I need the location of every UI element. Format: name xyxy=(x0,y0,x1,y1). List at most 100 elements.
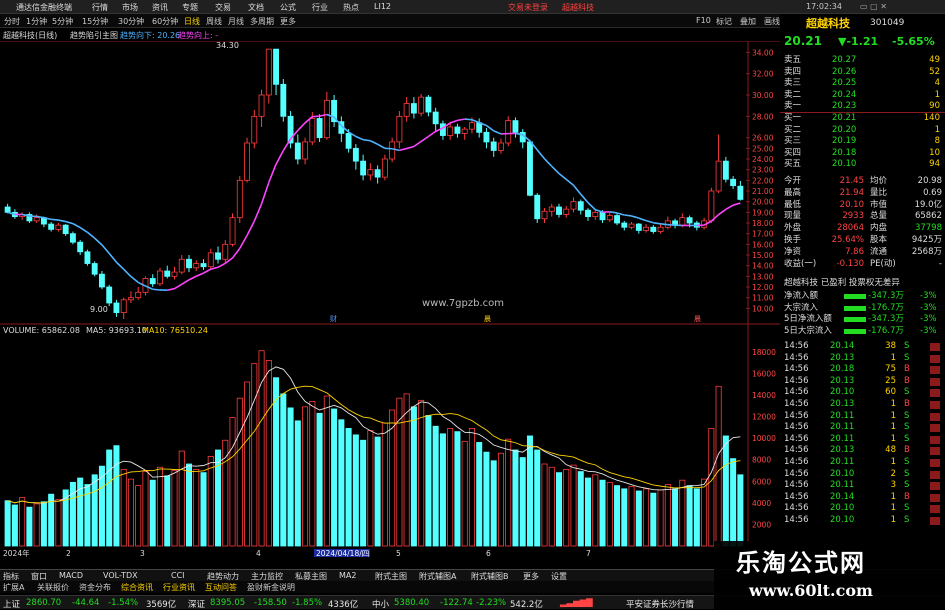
fund-pct: -3% xyxy=(920,314,937,325)
order-book-row[interactable]: 卖五20.2749 xyxy=(780,55,945,66)
tick-volume: 1 xyxy=(876,422,896,433)
order-book-row[interactable]: 卖二20.241 xyxy=(780,90,945,101)
sub-tab[interactable]: 行业资讯 xyxy=(163,582,195,593)
menu-item[interactable]: 行情 xyxy=(92,2,108,13)
order-volume: 1 xyxy=(910,90,940,101)
volume-bar xyxy=(353,435,358,546)
quote-panel: 超越科技 301049 20.21 ▼-1.21 -5.65% 卖五20.274… xyxy=(780,14,945,569)
period-tab[interactable]: 60分钟 xyxy=(152,16,178,27)
menu-item[interactable]: 公式 xyxy=(280,2,296,13)
period-tab[interactable]: 15分钟 xyxy=(82,16,108,27)
sub-tab[interactable]: 扩展A xyxy=(3,582,24,593)
indicator-tab[interactable]: MA2 xyxy=(339,571,356,580)
indicator-tab[interactable]: VOL-TDX xyxy=(103,571,138,580)
watermark-url: www.7gpzb.com xyxy=(422,298,504,309)
menu-item[interactable]: 行业 xyxy=(312,2,328,13)
draw-button[interactable]: 画线 xyxy=(764,16,780,27)
tick-marker xyxy=(930,389,940,397)
trend-segment xyxy=(537,150,544,159)
order-book-row[interactable]: 买三20.198 xyxy=(780,136,945,147)
tick-marker xyxy=(930,413,940,421)
menu-item[interactable]: 文档 xyxy=(248,2,264,13)
trend-segment xyxy=(588,203,595,210)
period-tab[interactable]: 5分钟 xyxy=(52,16,73,27)
stats-row: 最高21.94量比0.69 xyxy=(780,188,945,199)
fund-flow-row: 5日净流入额-347.3万-3% xyxy=(780,314,945,325)
tick-price: 20.10 xyxy=(830,387,854,398)
price-axis: 34.0032.0030.0028.0026.0025.0024.0023.00… xyxy=(746,48,774,313)
menu-item[interactable]: 专题 xyxy=(182,2,198,13)
tick-time: 14:56 xyxy=(784,387,809,398)
candle-body xyxy=(165,271,170,276)
trend-segment xyxy=(66,222,73,224)
period-tab[interactable]: 周线 xyxy=(206,16,222,27)
trend-segment xyxy=(363,140,370,141)
volume-bar xyxy=(295,421,300,546)
overlay-button[interactable]: 叠加 xyxy=(740,16,756,27)
tick-volume: 38 xyxy=(876,341,896,352)
tick-volume: 75 xyxy=(876,364,896,375)
period-tab[interactable]: 1分钟 xyxy=(26,16,47,27)
trend-segment xyxy=(196,273,203,276)
sub-tab[interactable]: 综合资讯 xyxy=(121,582,153,593)
volume-bar xyxy=(331,409,336,546)
period-tab-active[interactable]: 日线 xyxy=(184,16,200,27)
volume-bar xyxy=(244,382,249,546)
volume-bar xyxy=(404,394,409,546)
mark-button[interactable]: 标记 xyxy=(716,16,732,27)
tick-volume: 1 xyxy=(876,492,896,503)
candle-body xyxy=(651,227,656,231)
trend-segment xyxy=(218,263,225,267)
tick-volume: 25 xyxy=(876,376,896,387)
period-tab[interactable]: 分时 xyxy=(4,16,20,27)
trend-segment xyxy=(102,245,109,254)
order-book-row[interactable]: 买四20.1810 xyxy=(780,148,945,159)
tick-volume: 60 xyxy=(876,387,896,398)
trend-segment xyxy=(356,136,363,139)
price-tick: 15.00 xyxy=(752,251,774,260)
menu-item[interactable]: 市场 xyxy=(122,2,138,13)
candle-body xyxy=(585,210,590,216)
period-tab[interactable]: 更多 xyxy=(280,16,296,27)
sh-value: 2860.70 xyxy=(26,598,61,608)
window-controls[interactable]: ▭ ▢ ✕ xyxy=(860,2,887,11)
period-tab[interactable]: 30分钟 xyxy=(118,16,144,27)
sub-tab[interactable]: 资金分布 xyxy=(79,582,111,593)
period-tab[interactable]: 多周期 xyxy=(250,16,274,27)
tick-volume: 1 xyxy=(876,353,896,364)
candle-body xyxy=(527,142,532,195)
menu-item[interactable]: 交易 xyxy=(215,2,231,13)
watermark-url-bottom: www.60lt.com xyxy=(749,581,873,600)
candle-body xyxy=(194,264,199,268)
order-volume: 10 xyxy=(910,148,940,159)
sub-tab[interactable]: 关联报价 xyxy=(37,582,69,593)
tick-volume: 1 xyxy=(876,434,896,445)
order-book-row[interactable]: 卖四20.2652 xyxy=(780,67,945,78)
sub-tab[interactable]: 互动问答 xyxy=(205,582,237,593)
candle-body xyxy=(491,142,496,151)
candle-body xyxy=(245,143,250,180)
tick-direction: S xyxy=(904,422,909,433)
tick-direction: S xyxy=(904,457,909,468)
order-book-row[interactable]: 卖三20.254 xyxy=(780,78,945,89)
order-book-row[interactable]: 买五20.1094 xyxy=(780,159,945,170)
volume-bar xyxy=(687,486,692,546)
menu-item[interactable]: LI12 xyxy=(374,2,391,11)
period-tab[interactable]: 月线 xyxy=(228,16,244,27)
menu-item[interactable]: 资讯 xyxy=(152,2,168,13)
order-book-row[interactable]: 卖一20.2390 xyxy=(780,101,945,112)
sub-tab[interactable]: 盈财新金说明 xyxy=(247,582,295,593)
kline-chart[interactable]: 34.0032.0030.0028.0026.0025.0024.0023.00… xyxy=(0,41,780,557)
order-book-row[interactable]: 买二20.201 xyxy=(780,125,945,136)
trend-segment xyxy=(624,215,631,216)
candle-body xyxy=(259,95,264,116)
f10-button[interactable]: F10 xyxy=(696,16,711,25)
fund-value: -347.3万 xyxy=(868,291,904,302)
login-status[interactable]: 交易未登录 xyxy=(508,2,548,13)
order-book-row[interactable]: 买一20.21140 xyxy=(780,113,945,124)
volume-bar xyxy=(339,420,344,546)
menu-item[interactable]: 热点 xyxy=(343,2,359,13)
volume-bar xyxy=(128,479,133,546)
indicator-tab[interactable]: MACD xyxy=(59,571,83,580)
indicator-tab[interactable]: CCI xyxy=(171,571,185,580)
